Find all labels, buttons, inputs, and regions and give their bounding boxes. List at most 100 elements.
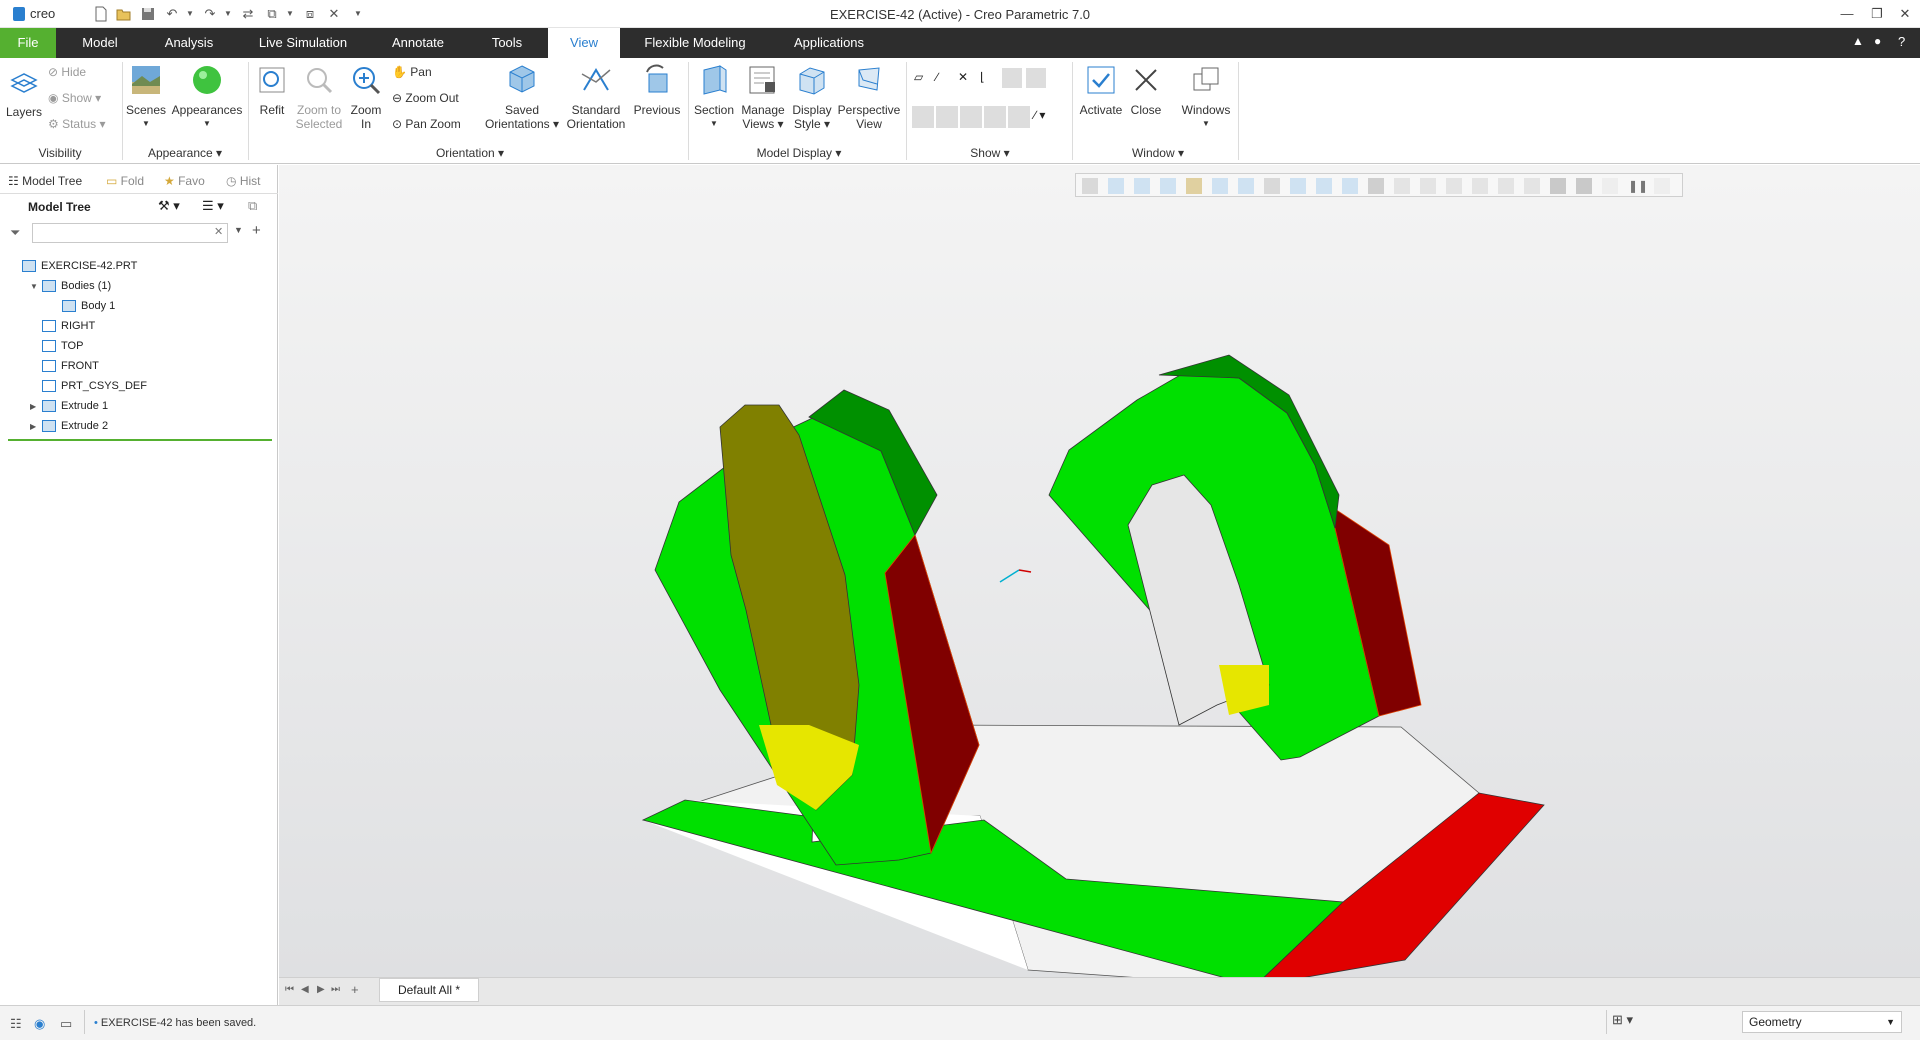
expander-icon[interactable]: ▶ — [30, 418, 42, 436]
scenes-button[interactable]: Scenes ▼ — [124, 64, 168, 131]
tab-live-simulation[interactable]: Live Simulation — [244, 28, 362, 58]
group-label-appearance[interactable]: Appearance ▾ — [140, 146, 230, 160]
pan-button[interactable]: ✋ Pan — [392, 64, 432, 80]
tree-filter-icon[interactable]: ⧉ — [248, 198, 257, 214]
tab-tools[interactable]: Tools — [474, 28, 540, 58]
annotation-display-icon[interactable] — [1026, 68, 1046, 88]
add-column-icon[interactable]: + — [252, 222, 261, 239]
status-bar: ☷ ◉ ▭ • EXERCISE-42 has been saved. ⊞ ▾ … — [0, 1005, 1920, 1040]
zoom-in-button[interactable]: Zoom In — [344, 64, 388, 131]
expander-icon[interactable]: ▶ — [30, 398, 42, 416]
ribbon-tabs: File Model Analysis Live Simulation Anno… — [0, 28, 1920, 58]
manage-views-button[interactable]: Manage Views ▾ — [738, 64, 788, 131]
group-label-window[interactable]: Window ▾ — [1118, 146, 1198, 160]
close-window-x-icon — [1135, 69, 1157, 91]
model-geometry[interactable] — [279, 165, 1920, 977]
close-button[interactable]: Close — [1124, 64, 1168, 117]
minimize-ribbon-icon[interactable]: ▲ — [1852, 34, 1864, 48]
fullscreen-icon[interactable]: ▭ — [60, 1016, 72, 1032]
tab-history[interactable]: ◷ Hist — [226, 171, 260, 191]
point-tag-icon[interactable] — [960, 106, 982, 128]
pan-zoom-button[interactable]: ⊙ Pan Zoom — [392, 116, 461, 132]
add-tab-icon[interactable]: + — [351, 982, 359, 997]
clear-search-icon[interactable]: ✕ — [214, 225, 223, 238]
tab-annotate[interactable]: Annotate — [378, 28, 458, 58]
previous-button[interactable]: Previous — [630, 64, 684, 117]
tree-item[interactable]: RIGHT — [30, 317, 95, 335]
status-button[interactable]: ⚙ Status ▾ — [48, 116, 105, 132]
group-label-orientation[interactable]: Orientation ▾ — [420, 146, 520, 160]
tree-settings-icon[interactable]: ⚒ ▾ — [158, 198, 180, 214]
zoom-out-button[interactable]: ⊖ Zoom Out — [392, 90, 459, 106]
csys-display-icon[interactable]: ⌊ — [980, 70, 985, 84]
plane-display-icon[interactable]: ▱ — [914, 70, 923, 84]
tree-item-label: RIGHT — [61, 320, 96, 332]
hide-button[interactable]: ⊘ Hide — [48, 64, 86, 80]
tree-item[interactable]: Body 1 — [50, 297, 115, 315]
group-label-model-display[interactable]: Model Display ▾ — [744, 146, 854, 160]
activate-button[interactable]: Activate — [1074, 64, 1128, 117]
axis-display-icon[interactable]: ∕ — [936, 70, 938, 84]
filter-icon[interactable]: ⏷ — [10, 225, 20, 241]
tree-item[interactable]: ▼ Bodies (1) — [30, 277, 111, 295]
tab-model-tree[interactable]: ☷ Model Tree — [8, 171, 82, 191]
tab-analysis[interactable]: Analysis — [150, 28, 228, 58]
plane-tag-icon[interactable] — [912, 106, 934, 128]
csys-tag-icon[interactable] — [984, 106, 1006, 128]
minimize-icon[interactable]: — — [1832, 4, 1862, 24]
display-style-button[interactable]: Display Style ▾ — [788, 64, 836, 131]
tree-toggle-icon[interactable]: ☷ — [10, 1016, 22, 1032]
tab-favorites[interactable]: ★ Favo — [164, 171, 205, 191]
tree-item[interactable]: ▶ Extrude 1 — [30, 397, 108, 415]
refit-button[interactable]: Refit — [250, 64, 294, 117]
tab-default-all[interactable]: Default All * — [379, 978, 479, 1002]
selection-filter-select[interactable]: Geometry ▼ — [1742, 1011, 1902, 1033]
windows-button[interactable]: Windows ▼ — [1172, 64, 1240, 131]
next-tab-icon[interactable]: ▶ — [317, 984, 325, 995]
sketch-display-icon[interactable]: ∕ ▾ — [1034, 108, 1045, 122]
tree-columns-icon[interactable]: ☰ ▾ — [202, 198, 224, 214]
prev-tab-icon[interactable]: ◀ — [301, 984, 309, 995]
layers-button[interactable]: Layers — [4, 66, 44, 119]
help-icon[interactable]: ? — [1898, 34, 1905, 49]
restore-icon[interactable]: ❐ — [1862, 4, 1892, 24]
group-label-show[interactable]: Show ▾ — [950, 146, 1030, 160]
saved-orientations-button[interactable]: Saved Orientations ▾ — [478, 64, 566, 131]
tab-model[interactable]: Model — [62, 28, 138, 58]
axis-tag-icon[interactable] — [936, 106, 958, 128]
tab-applications[interactable]: Applications — [776, 28, 882, 58]
graphics-window[interactable]: ❚❚ — [279, 165, 1920, 977]
user-icon[interactable]: ● — [1874, 34, 1881, 48]
chevron-down-icon: ▼ — [1886, 1017, 1895, 1027]
perspective-view-icon — [858, 67, 880, 91]
tree-search-input[interactable] — [32, 223, 228, 243]
standard-orientation-button[interactable]: Standard Orientation — [562, 64, 630, 131]
first-tab-icon[interactable]: ⏮ — [285, 984, 294, 995]
tree-item[interactable]: ▶ Extrude 2 — [30, 417, 108, 435]
show-button[interactable]: ◉ Show ▾ — [48, 90, 101, 106]
expander-icon[interactable]: ▼ — [30, 278, 42, 296]
zoom-to-selected-button[interactable]: Zoom to Selected — [292, 64, 346, 131]
point-display-icon[interactable]: ✕ — [958, 70, 968, 84]
tree-item[interactable]: EXERCISE-42.PRT — [10, 257, 137, 275]
find-icon[interactable]: ⊞ ▾ — [1612, 1012, 1633, 1028]
tree-item[interactable]: FRONT — [30, 357, 99, 375]
tree-item[interactable]: TOP — [30, 337, 83, 355]
last-tab-icon[interactable]: ⏭ — [331, 984, 340, 995]
perspective-view-button[interactable]: Perspective View — [836, 64, 902, 131]
close-app-icon[interactable]: ✕ — [1890, 4, 1920, 24]
tab-flexible-modeling[interactable]: Flexible Modeling — [630, 28, 760, 58]
browser-toggle-icon[interactable]: ◉ — [34, 1016, 45, 1032]
spin-center-icon[interactable] — [1002, 68, 1022, 88]
tab-file[interactable]: File — [0, 28, 56, 58]
section-button[interactable]: Section ▼ — [690, 64, 738, 131]
snap-icon[interactable] — [1008, 106, 1030, 128]
tree-item[interactable]: PRT_CSYS_DEF — [30, 377, 147, 395]
search-dropdown-icon[interactable]: ▼ — [234, 225, 243, 235]
tree-item-label: TOP — [61, 340, 84, 352]
appearances-button[interactable]: Appearances ▼ — [170, 64, 244, 131]
history-icon: ◷ — [226, 174, 240, 188]
manage-views-icon — [749, 66, 775, 94]
tab-view[interactable]: View — [548, 28, 620, 58]
tab-folder-browser[interactable]: ▭ Fold — [106, 171, 144, 191]
